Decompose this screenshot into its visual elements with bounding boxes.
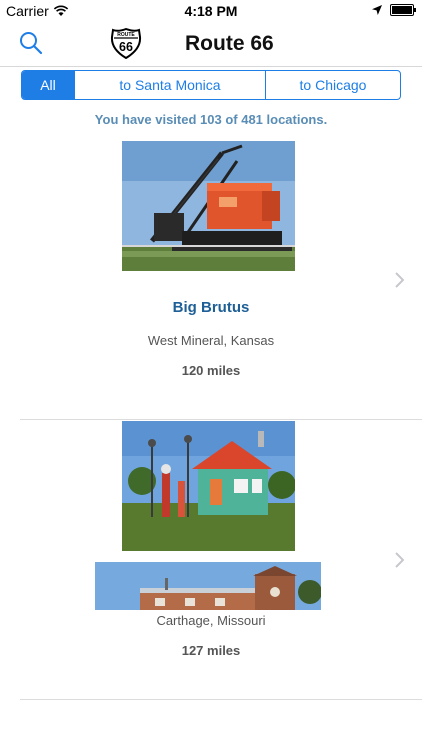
location-place: West Mineral, Kansas [147, 333, 275, 348]
location-list: Big Brutus West Mineral, Kansas 120 mile… [0, 140, 422, 700]
tab-to-chicago[interactable]: to Chicago [266, 71, 400, 99]
big-brutus-photo [122, 141, 295, 271]
status-bar: Carrier 4:18 PM [0, 0, 422, 22]
chevron-right-icon [395, 272, 404, 288]
logo-route-text: ROUTE [117, 32, 135, 38]
location-row-red-oak-ii[interactable]: Red Oak II Missouri Carthage, Missouri 1… [0, 420, 422, 700]
location-name: Big Brutus [172, 299, 250, 316]
logo-number-text: 66 [119, 40, 133, 54]
page-title: Route 66 [185, 32, 274, 55]
location-distance: 120 miles [181, 363, 241, 378]
navigation-bar: ROUTE 66 Route 66 [0, 22, 422, 67]
direction-filter: All to Santa Monica to Chicago [21, 70, 401, 100]
status-right [372, 4, 416, 16]
location-place: Carthage, Missouri [156, 613, 266, 628]
battery-icon [390, 4, 416, 16]
tab-all[interactable]: All [22, 71, 75, 99]
search-icon[interactable] [18, 30, 44, 56]
chevron-right-icon [395, 552, 404, 568]
location-arrow-icon [372, 5, 382, 15]
row-divider [20, 699, 422, 700]
red-oak-ii-photo [122, 421, 295, 551]
location-distance: 127 miles [181, 643, 241, 658]
next-location-photo [95, 562, 321, 610]
route-66-shield-logo: ROUTE 66 [110, 27, 142, 59]
location-row-big-brutus[interactable]: Big Brutus West Mineral, Kansas 120 mile… [0, 140, 422, 420]
visited-count-text: You have visited 103 of 481 locations. [94, 112, 328, 127]
tab-to-santa-monica[interactable]: to Santa Monica [75, 71, 266, 99]
status-time: 4:18 PM [184, 3, 238, 19]
